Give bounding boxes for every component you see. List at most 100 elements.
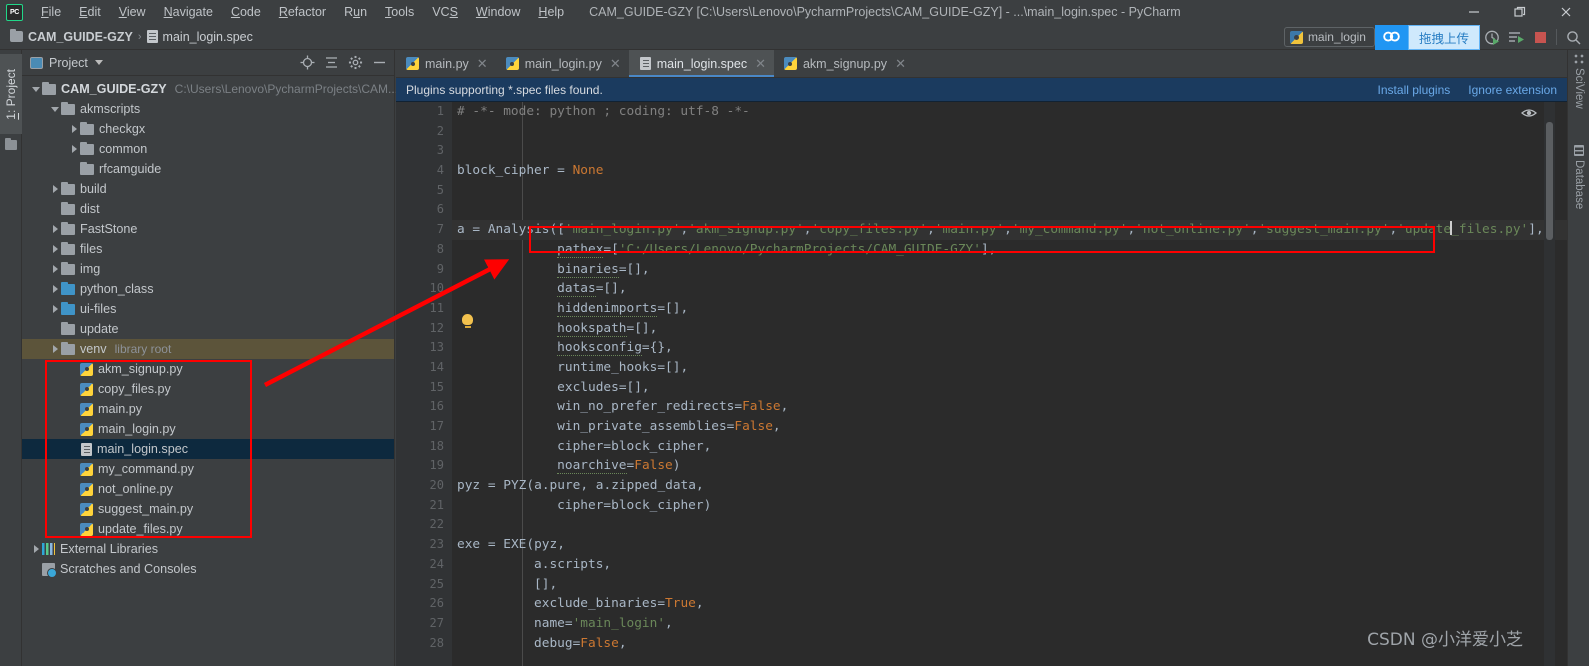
code-line[interactable]: noarchive=False) bbox=[452, 456, 1567, 476]
maximize-button[interactable] bbox=[1497, 0, 1543, 24]
tree-item-update-files-py[interactable]: update_files.py bbox=[22, 519, 394, 539]
chevron-down-icon[interactable] bbox=[94, 60, 103, 65]
close-tab-icon[interactable]: ✕ bbox=[610, 56, 621, 72]
editor-tab-main-py[interactable]: main.py ✕ bbox=[396, 50, 496, 77]
tree-toggle-arrow-icon[interactable] bbox=[68, 139, 80, 159]
collapse-all-icon[interactable] bbox=[320, 52, 342, 74]
baidu-netdisk-icon[interactable] bbox=[1374, 24, 1408, 50]
code-line[interactable]: cipher=block_cipher, bbox=[452, 437, 1567, 457]
tree-toggle-arrow-icon[interactable] bbox=[49, 239, 61, 259]
code-line[interactable] bbox=[452, 181, 1567, 201]
install-plugins-link[interactable]: Install plugins bbox=[1378, 83, 1451, 97]
tree-toggle-arrow-icon[interactable] bbox=[49, 99, 61, 119]
tree-item-ui-files[interactable]: ui-files bbox=[22, 299, 394, 319]
breadcrumb-project[interactable]: CAM_GUIDE-GZY bbox=[10, 28, 133, 44]
tree-item-cam-guide-gzy[interactable]: CAM_GUIDE-GZY C:\Users\Lenovo\PycharmProj… bbox=[22, 79, 398, 99]
minimize-button[interactable] bbox=[1451, 0, 1497, 24]
tree-item-rfcamguide[interactable]: rfcamguide bbox=[22, 159, 394, 179]
menu-refactor[interactable]: Refactor bbox=[270, 0, 335, 24]
hide-panel-icon[interactable] bbox=[368, 52, 390, 74]
code-line[interactable] bbox=[452, 141, 1567, 161]
project-file-tree[interactable]: CAM_GUIDE-GZY C:\Users\Lenovo\PycharmProj… bbox=[22, 76, 398, 579]
menu-run[interactable]: Run bbox=[335, 0, 376, 24]
editor-tab-main-login-spec[interactable]: main_login.spec ✕ bbox=[628, 50, 775, 77]
code-line[interactable]: block_cipher = None bbox=[452, 161, 1567, 181]
tree-item-build[interactable]: build bbox=[22, 179, 394, 199]
editor-scrollbar-thumb[interactable] bbox=[1546, 122, 1553, 240]
inspections-eye-icon[interactable] bbox=[1521, 106, 1537, 118]
tree-item-my-command-py[interactable]: my_command.py bbox=[22, 459, 394, 479]
tree-item-img[interactable]: img bbox=[22, 259, 394, 279]
code-line[interactable]: exclude_binaries=True, bbox=[452, 594, 1567, 614]
code-line[interactable]: hiddenimports=[], bbox=[452, 299, 1567, 319]
code-line[interactable] bbox=[452, 200, 1567, 220]
menu-window[interactable]: Window bbox=[467, 0, 529, 24]
tree-toggle-arrow-icon[interactable] bbox=[30, 79, 42, 99]
code-line[interactable] bbox=[452, 515, 1567, 535]
ignore-extension-link[interactable]: Ignore extension bbox=[1468, 83, 1557, 97]
tree-item-suggest-main-py[interactable]: suggest_main.py bbox=[22, 499, 394, 519]
code-line[interactable]: datas=[], bbox=[452, 279, 1567, 299]
tree-item-update[interactable]: update bbox=[22, 319, 394, 339]
code-text[interactable]: # -*- mode: python ; coding: utf-8 -*- b… bbox=[452, 102, 1567, 666]
run-tool-icon[interactable] bbox=[1504, 25, 1528, 49]
tree-item-main-login-py[interactable]: main_login.py bbox=[22, 419, 394, 439]
tree-toggle-arrow-icon[interactable] bbox=[49, 179, 61, 199]
editor-tab-main-login-py[interactable]: main_login.py ✕ bbox=[496, 50, 629, 77]
stop-icon[interactable] bbox=[1528, 25, 1552, 49]
tree-toggle-arrow-icon[interactable] bbox=[49, 279, 61, 299]
tree-toggle-arrow-icon[interactable] bbox=[30, 539, 42, 559]
tree-item-files[interactable]: files bbox=[22, 239, 394, 259]
sidebar-item-sciview[interactable]: SciView bbox=[1568, 54, 1589, 109]
settings-gear-icon[interactable] bbox=[344, 52, 366, 74]
sidebar-item-database[interactable]: Database bbox=[1568, 145, 1589, 209]
tree-item-akm-signup-py[interactable]: akm_signup.py bbox=[22, 359, 394, 379]
code-line[interactable]: a.scripts, bbox=[452, 555, 1567, 575]
code-editor[interactable]: 1 2 3 4 5 6 7 8 9 10 11 12 13 14 15 16 17 18 19 20 21 22 23 24 2… bbox=[396, 102, 1567, 666]
tree-toggle-arrow-icon[interactable] bbox=[49, 259, 61, 279]
tree-item-dist[interactable]: dist bbox=[22, 199, 394, 219]
structure-folder-icon[interactable] bbox=[5, 137, 17, 150]
menu-view[interactable]: View bbox=[110, 0, 155, 24]
code-line[interactable]: pyz = PYZ(a.pure, a.zipped_data, bbox=[452, 476, 1567, 496]
code-line[interactable]: hookspath=[], bbox=[452, 319, 1567, 339]
close-tab-icon[interactable]: ✕ bbox=[755, 56, 766, 72]
netdisk-upload-tip[interactable]: 拖拽上传 bbox=[1407, 24, 1480, 50]
editor-tab-bar[interactable]: main.py ✕ main_login.py ✕ main_login.spec ✕ ak… bbox=[396, 50, 1567, 78]
tree-item-common[interactable]: common bbox=[22, 139, 394, 159]
menu-help[interactable]: Help bbox=[529, 0, 573, 24]
tree-item-venv[interactable]: venv library root bbox=[22, 339, 394, 359]
code-line[interactable]: exe = EXE(pyz, bbox=[452, 535, 1567, 555]
menu-navigate[interactable]: Navigate bbox=[155, 0, 222, 24]
tree-item-scratches-and-consoles[interactable]: Scratches and Consoles bbox=[22, 559, 394, 579]
sidebar-item-project[interactable]: 1: Project bbox=[0, 54, 22, 134]
code-line[interactable] bbox=[452, 122, 1567, 142]
tree-item-akmscripts[interactable]: akmscripts bbox=[22, 99, 394, 119]
tree-toggle-arrow-icon[interactable] bbox=[49, 299, 61, 319]
code-line[interactable]: win_no_prefer_redirects=False, bbox=[452, 397, 1567, 417]
close-tab-icon[interactable]: ✕ bbox=[895, 56, 906, 72]
code-line[interactable]: win_private_assemblies=False, bbox=[452, 417, 1567, 437]
tree-toggle-arrow-icon[interactable] bbox=[49, 219, 61, 239]
code-line[interactable]: runtime_hooks=[], bbox=[452, 358, 1567, 378]
code-line[interactable]: hooksconfig={}, bbox=[452, 338, 1567, 358]
code-line[interactable]: [], bbox=[452, 575, 1567, 595]
menu-vcs[interactable]: VCS bbox=[423, 0, 467, 24]
tree-item-python-class[interactable]: python_class bbox=[22, 279, 394, 299]
close-button[interactable] bbox=[1543, 0, 1589, 24]
editor-tab-akm-signup-py[interactable]: akm_signup.py ✕ bbox=[774, 50, 914, 77]
menu-code[interactable]: Code bbox=[222, 0, 270, 24]
code-line[interactable]: binaries=[], bbox=[452, 260, 1567, 280]
code-line[interactable]: cipher=block_cipher) bbox=[452, 496, 1567, 516]
menu-tools[interactable]: Tools bbox=[376, 0, 423, 24]
tree-item-main-login-spec[interactable]: main_login.spec bbox=[22, 439, 394, 459]
tree-item-not-online-py[interactable]: not_online.py bbox=[22, 479, 394, 499]
tree-item-faststone[interactable]: FastStone bbox=[22, 219, 394, 239]
code-line[interactable]: excludes=[], bbox=[452, 378, 1567, 398]
run-configuration-selector[interactable]: main_login bbox=[1283, 27, 1375, 47]
tree-item-external-libraries[interactable]: External Libraries bbox=[22, 539, 394, 559]
breadcrumb-file[interactable]: main_login.spec bbox=[146, 30, 253, 44]
run-with-coverage-icon[interactable] bbox=[1480, 25, 1504, 49]
tree-toggle-arrow-icon[interactable] bbox=[49, 339, 61, 359]
target-icon[interactable] bbox=[296, 52, 318, 74]
